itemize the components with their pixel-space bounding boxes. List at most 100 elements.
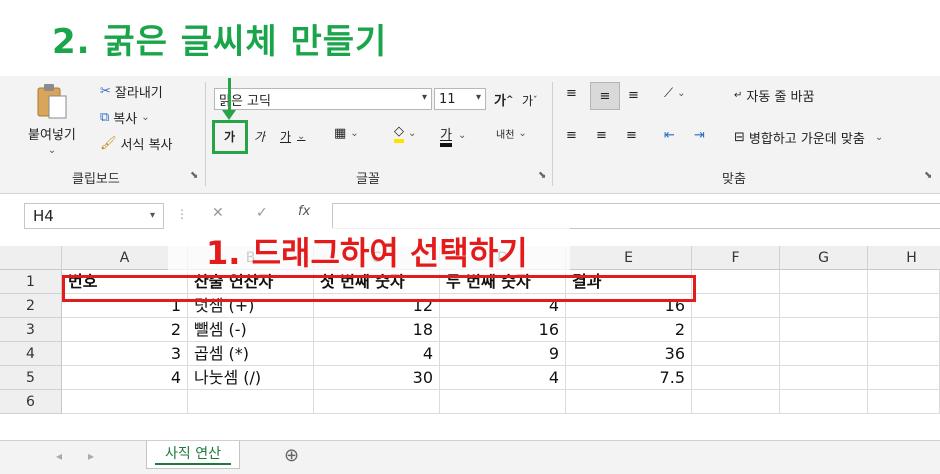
- shrink-font-glyph: 가: [522, 94, 534, 108]
- group-divider: [552, 82, 553, 186]
- table-cell[interactable]: 16: [440, 318, 566, 342]
- row-header[interactable]: 4: [0, 342, 62, 366]
- sheet-tab-active[interactable]: 사직 연산: [146, 441, 240, 469]
- name-box[interactable]: H4 ▾: [24, 203, 164, 229]
- underline-glyph: 가: [280, 130, 292, 144]
- table-cell[interactable]: [692, 318, 780, 342]
- dialog-launcher-icon[interactable]: ⬊: [190, 170, 198, 181]
- fill-color-button[interactable]: ◇ ⌄: [394, 124, 416, 143]
- align-center-button[interactable]: ≡: [596, 128, 607, 143]
- table-cell[interactable]: [692, 366, 780, 390]
- align-bottom-button[interactable]: ≡: [628, 88, 639, 103]
- table-cell[interactable]: [188, 390, 314, 414]
- align-middle-button[interactable]: ≡: [590, 82, 620, 110]
- row-header[interactable]: 2: [0, 294, 62, 318]
- table-cell[interactable]: [780, 390, 868, 414]
- copy-button[interactable]: ⧉ 복사 ⌄: [100, 108, 150, 127]
- row-header[interactable]: 3: [0, 318, 62, 342]
- chevron-down-icon: ▾: [475, 92, 481, 103]
- table-cell[interactable]: [692, 390, 780, 414]
- table-cell[interactable]: [780, 318, 868, 342]
- table-cell[interactable]: 7.5: [566, 366, 692, 390]
- table-cell[interactable]: 18: [314, 318, 440, 342]
- row-header[interactable]: 5: [0, 366, 62, 390]
- row-header[interactable]: 6: [0, 390, 62, 414]
- table-cell[interactable]: [780, 342, 868, 366]
- table-cell[interactable]: 2: [62, 318, 188, 342]
- table-cell[interactable]: [868, 294, 940, 318]
- table-cell[interactable]: [62, 390, 188, 414]
- decrease-indent-button[interactable]: ⇤: [664, 128, 675, 143]
- formula-input[interactable]: [332, 203, 940, 229]
- table-cell[interactable]: [868, 270, 940, 294]
- column-header[interactable]: E: [566, 246, 692, 270]
- table-cell[interactable]: 곱셈 (*): [188, 342, 314, 366]
- table-cell[interactable]: [868, 366, 940, 390]
- table-cell[interactable]: 나눗셈 (/): [188, 366, 314, 390]
- fx-icon[interactable]: fx: [298, 204, 310, 219]
- grow-font-button[interactable]: 가 ^: [494, 90, 514, 109]
- enter-icon[interactable]: ✓: [256, 205, 268, 221]
- paste-button[interactable]: 붙여넣기 ⌄: [28, 82, 76, 156]
- table-cell[interactable]: 30: [314, 366, 440, 390]
- column-header[interactable]: G: [780, 246, 868, 270]
- border-icon: ▦: [334, 126, 347, 141]
- table-cell[interactable]: [692, 294, 780, 318]
- add-sheet-icon[interactable]: ⊕: [284, 445, 299, 466]
- font-size-value: 11: [439, 91, 456, 107]
- align-right-button[interactable]: ≡: [626, 128, 637, 143]
- align-left-button[interactable]: ≡: [566, 128, 577, 143]
- dialog-launcher-icon[interactable]: ⬊: [924, 170, 932, 181]
- table-cell[interactable]: [566, 390, 692, 414]
- table-cell[interactable]: [868, 318, 940, 342]
- column-header[interactable]: F: [692, 246, 780, 270]
- align-left-icon: ≡: [566, 128, 577, 143]
- italic-glyph: 가: [254, 130, 266, 144]
- format-painter-button[interactable]: 🖌 서식 복사: [100, 134, 173, 153]
- table-cell[interactable]: 4: [314, 342, 440, 366]
- format-painter-label: 서식 복사: [120, 138, 173, 153]
- table-cell[interactable]: [780, 366, 868, 390]
- table-cell[interactable]: 9: [440, 342, 566, 366]
- table-cell[interactable]: [868, 342, 940, 366]
- wrap-text-button[interactable]: ↵ 자동 줄 바꿈: [734, 86, 814, 105]
- phonetic-button[interactable]: 내천 ⌄: [496, 126, 527, 141]
- merge-center-label: 병합하고 가운데 맞춤: [748, 132, 865, 147]
- table-cell[interactable]: 2: [566, 318, 692, 342]
- cancel-icon[interactable]: ✕: [212, 205, 224, 221]
- shrink-font-button[interactable]: 가ˇ: [522, 92, 538, 109]
- cut-button[interactable]: ✂ 잘라내기: [100, 82, 163, 101]
- wrap-text-icon: ↵: [734, 90, 743, 101]
- scroll-left-icon[interactable]: ◂: [56, 449, 62, 463]
- table-cell[interactable]: [780, 294, 868, 318]
- select-all-corner[interactable]: [0, 246, 62, 270]
- table-cell[interactable]: [868, 390, 940, 414]
- table-cell[interactable]: [780, 270, 868, 294]
- font-size-select[interactable]: 11 ▾: [434, 88, 486, 110]
- tutorial-arrow: [222, 78, 236, 120]
- row-header[interactable]: 1: [0, 270, 62, 294]
- table-cell[interactable]: 3: [62, 342, 188, 366]
- table-cell[interactable]: 뺄셈 (-): [188, 318, 314, 342]
- table-cell[interactable]: [692, 342, 780, 366]
- table-cell[interactable]: [314, 390, 440, 414]
- underline-button[interactable]: 가 ⌄: [280, 128, 305, 145]
- table-cell[interactable]: 36: [566, 342, 692, 366]
- italic-button[interactable]: 가: [254, 128, 265, 145]
- table-cell[interactable]: 4: [440, 366, 566, 390]
- font-family-select[interactable]: 맑은 고딕 ▾: [214, 88, 432, 110]
- border-button[interactable]: ▦ ⌄: [334, 126, 359, 141]
- scroll-right-icon[interactable]: ▸: [88, 449, 94, 463]
- table-cell[interactable]: 4: [62, 366, 188, 390]
- dialog-launcher-icon[interactable]: ⬊: [538, 170, 546, 181]
- merge-center-button[interactable]: ⊟ 병합하고 가운데 맞춤 ⌄: [734, 128, 883, 147]
- cut-label: 잘라내기: [114, 86, 163, 101]
- align-top-button[interactable]: ≡: [566, 86, 577, 101]
- font-color-button[interactable]: 가 ⌄: [440, 124, 466, 147]
- paste-label: 붙여넣기: [28, 128, 76, 143]
- orientation-button[interactable]: ⟋ ⌄: [664, 86, 686, 101]
- table-cell[interactable]: [440, 390, 566, 414]
- increase-indent-button[interactable]: ⇥: [694, 128, 705, 143]
- table-cell[interactable]: [692, 270, 780, 294]
- column-header[interactable]: H: [868, 246, 940, 270]
